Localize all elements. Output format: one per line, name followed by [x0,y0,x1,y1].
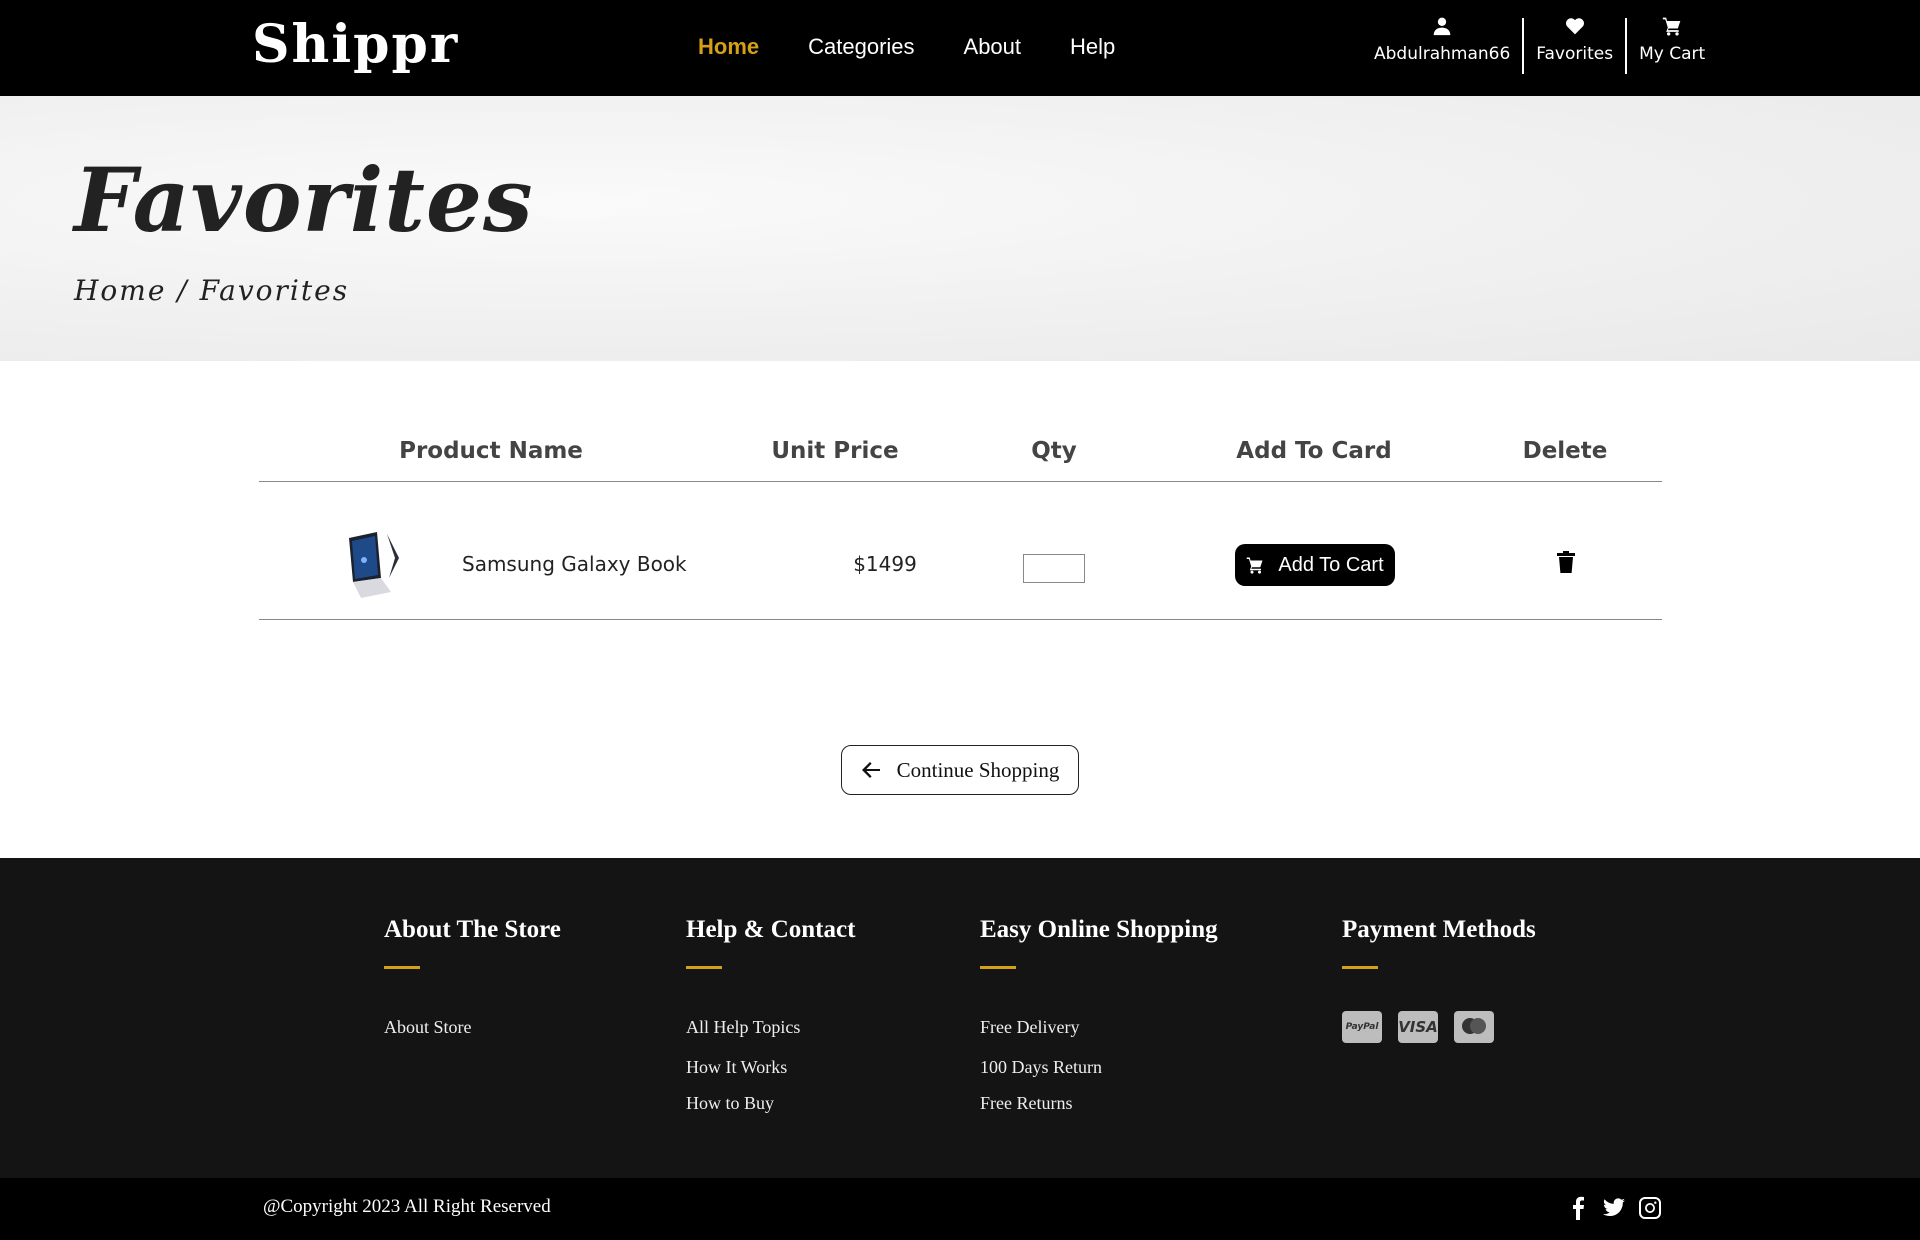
nav-home[interactable]: Home [698,34,759,60]
footer-col-help: Help & Contact All Help Topics How It Wo… [686,916,855,1129]
account-link[interactable]: Abdulrahman66 [1362,16,1522,76]
footer-link-how-it-works[interactable]: How It Works [686,1057,855,1078]
footer-link-all-help[interactable]: All Help Topics [686,1017,855,1038]
footer-link-100-days[interactable]: 100 Days Return [980,1057,1218,1078]
favorites-label: Favorites [1536,44,1614,64]
trash-icon [1557,551,1575,573]
brand-logo[interactable]: Shippr [252,14,459,75]
col-product-name: Product Name [399,438,583,464]
instagram-icon[interactable] [1638,1196,1662,1220]
facebook-icon[interactable] [1566,1196,1590,1220]
copyright-bar: @Copyright 2023 All Right Reserved [0,1178,1920,1240]
mastercard-icon [1454,1011,1494,1043]
qty-input[interactable] [1023,554,1085,583]
continue-shopping-label: Continue Shopping [896,757,1060,782]
heading-underline [980,966,1016,969]
nav-categories[interactable]: Categories [808,34,914,60]
col-delete: Delete [1522,438,1608,464]
heading-underline [384,966,420,969]
laptop-image[interactable] [343,530,401,600]
visa-icon: VISA [1398,1011,1438,1043]
heading-underline [1342,966,1378,969]
add-to-cart-button[interactable]: Add To Cart [1235,544,1395,586]
cart-icon [1247,557,1263,574]
favorites-link[interactable]: Favorites [1524,16,1625,76]
footer-heading: Easy Online Shopping [980,916,1218,943]
social-links [1566,1196,1662,1220]
nav-about[interactable]: About [964,34,1022,60]
payment-logos: PayPal VISA [1342,1011,1536,1043]
page-hero: Favorites Home / Favorites [0,96,1920,361]
add-to-cart-label: Add To Cart [1278,553,1384,576]
user-icon [1433,17,1451,36]
arrow-left-icon [861,762,880,778]
footer-heading: About The Store [384,916,561,943]
page-title: Favorites [74,148,534,252]
footer-col-about: About The Store About Store [384,916,561,1057]
footer-link-about-store[interactable]: About Store [384,1017,561,1038]
site-footer: About The Store About Store Help & Conta… [0,858,1920,1178]
footer-link-free-returns[interactable]: Free Returns [980,1093,1218,1114]
delete-button[interactable] [1553,548,1579,576]
table-header: Product Name Unit Price Qty Add To Card … [259,420,1662,482]
copyright-text: @Copyright 2023 All Right Reserved [263,1196,551,1217]
footer-link-how-to-buy[interactable]: How to Buy [686,1093,855,1114]
user-actions: Abdulrahman66 Favorites My Cart [1362,16,1717,76]
cart-link[interactable]: My Cart [1627,16,1717,76]
col-unit-price: Unit Price [771,438,899,464]
main-nav: Home Categories About Help [698,34,1164,60]
heart-icon [1565,18,1584,35]
footer-col-payment: Payment Methods PayPal VISA [1342,916,1536,1043]
footer-col-shopping: Easy Online Shopping Free Delivery 100 D… [980,916,1218,1129]
paypal-icon: PayPal [1342,1011,1382,1043]
favorites-table: Product Name Unit Price Qty Add To Card … [259,420,1662,620]
breadcrumb[interactable]: Home / Favorites [74,274,349,307]
col-qty: Qty [1031,438,1077,464]
account-username: Abdulrahman66 [1374,44,1511,64]
unit-price: $1499 [853,552,917,576]
footer-link-free-delivery[interactable]: Free Delivery [980,1017,1218,1038]
continue-shopping-button[interactable]: Continue Shopping [841,745,1079,795]
footer-heading: Help & Contact [686,916,856,943]
heading-underline [686,966,722,969]
cart-label: My Cart [1639,44,1706,64]
product-name[interactable]: Samsung Galaxy Book [462,552,687,576]
twitter-icon[interactable] [1602,1196,1626,1220]
col-add-to-card: Add To Card [1236,438,1392,464]
top-navbar: Shippr Home Categories About Help Abdulr… [0,0,1920,96]
cart-icon [1662,17,1681,36]
table-row: Samsung Galaxy Book $1499 Add To Cart [259,482,1662,620]
footer-heading: Payment Methods [1342,916,1536,943]
nav-help[interactable]: Help [1070,34,1115,60]
